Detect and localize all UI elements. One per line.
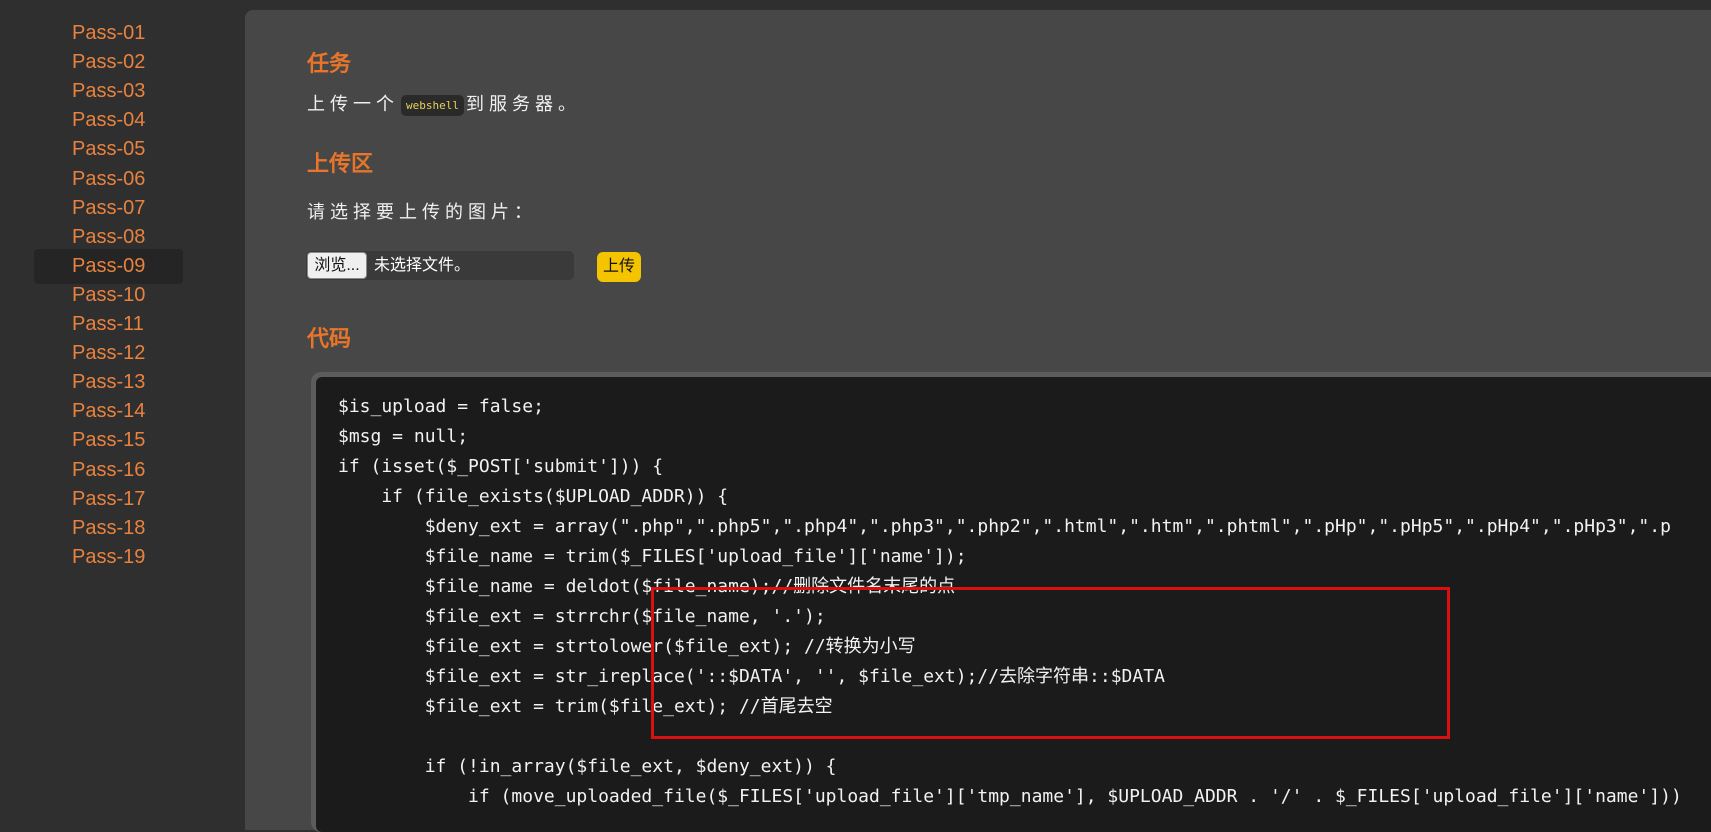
- file-status-label: 未选择文件。: [374, 257, 471, 274]
- upload-submit-button[interactable]: 上传: [597, 252, 641, 282]
- code-line: $is_upload = false;: [338, 396, 544, 417]
- task-heading: 任务: [307, 51, 352, 76]
- browse-button[interactable]: 浏览...: [307, 252, 367, 279]
- code-line: if (move_uploaded_file($_FILES['upload_f…: [338, 786, 1682, 807]
- code-line: $deny_ext = array(".php",".php5",".php4"…: [338, 516, 1671, 537]
- code-line: $file_name = trim($_FILES['upload_file']…: [338, 546, 967, 567]
- highlight-box: [651, 587, 1450, 739]
- task-text-before: 上传一个: [307, 94, 399, 114]
- task-description: 上传一个 webshell 到服务器。: [307, 90, 581, 116]
- upload-heading: 上传区: [307, 151, 374, 176]
- code-line: if (isset($_POST['submit'])) {: [338, 456, 664, 477]
- code-line: if (file_exists($UPLOAD_ADDR)) {: [338, 486, 729, 507]
- code-line: if (!in_array($file_ext, $deny_ext)) {: [338, 756, 837, 777]
- upload-prompt: 请选择要上传的图片：: [307, 202, 537, 222]
- code-heading: 代码: [307, 326, 352, 351]
- task-text-after: 到服务器。: [465, 94, 581, 114]
- sidebar-nav: Pass-01 Pass-02 Pass-03 Pass-04 Pass-05 Pass-…: [0, 0, 243, 804]
- code-line: $msg = null;: [338, 426, 469, 447]
- file-input[interactable]: 浏览... 未选择文件。: [306, 251, 574, 280]
- webshell-code-term: webshell: [401, 94, 464, 116]
- main-content: 任务 上传一个 webshell 到服务器。 上传区 请选择要上传的图片： 浏览..…: [245, 10, 1711, 832]
- sidebar-item-pass-19[interactable]: Pass-19: [34, 540, 183, 575]
